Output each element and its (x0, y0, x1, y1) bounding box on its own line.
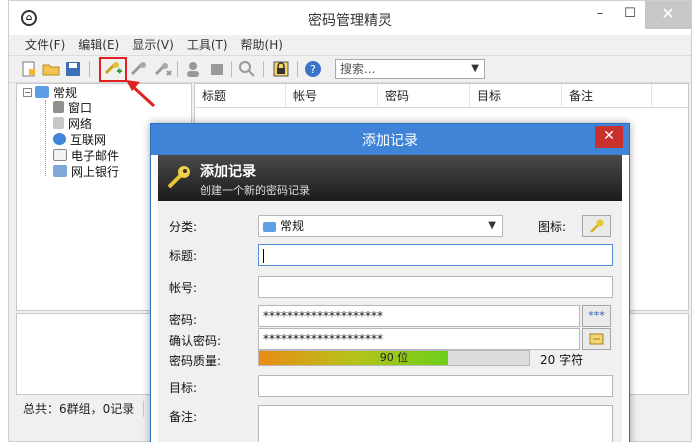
menu-view[interactable]: 显示(V) (132, 35, 174, 55)
target-input[interactable] (258, 375, 613, 397)
password-quality-bar: 90 位 (258, 350, 530, 366)
password-label: 密码: (169, 313, 198, 327)
tree-item-window[interactable]: 窗口 (53, 99, 92, 115)
tree-collapse-toggle[interactable]: − (23, 88, 32, 97)
find-icon[interactable] (237, 60, 257, 78)
maximize-button[interactable]: ☐ (615, 1, 645, 29)
search-combobox[interactable]: 搜索... ▼ (335, 59, 485, 79)
network-icon (53, 117, 64, 129)
title-label: 标题: (169, 249, 198, 263)
new-file-icon[interactable] (19, 60, 39, 78)
status-separator (143, 401, 144, 417)
dialog-body: 添加记录 创建一个新的密码记录 分类: 常规 ▼ 图标: 标题: 帐号: 密码:… (158, 155, 622, 442)
tree-line (45, 100, 46, 176)
toolbar-separator (297, 61, 298, 77)
generate-password-button[interactable] (582, 328, 611, 350)
title-input[interactable] (258, 244, 613, 266)
close-button[interactable]: ✕ (645, 1, 691, 29)
dialog-title: 添加记录 (362, 133, 418, 149)
password-quality-bits: 90 位 (379, 351, 409, 364)
tree-item-label: 窗口 (68, 100, 93, 115)
dialog-header: 添加记录 创建一个新的密码记录 (158, 155, 622, 201)
key-icon (589, 219, 603, 233)
tree-item-label: 网络 (68, 116, 93, 131)
chevron-down-icon[interactable]: ▼ (471, 60, 479, 78)
show-password-button[interactable]: *** (582, 305, 611, 327)
dialog-header-subtitle: 创建一个新的密码记录 (200, 184, 310, 197)
column-notes[interactable]: 备注 (562, 84, 652, 108)
account-label: 帐号: (169, 281, 198, 295)
menu-file[interactable]: 文件(F) (25, 35, 65, 55)
column-account[interactable]: 帐号 (286, 84, 378, 108)
open-folder-icon[interactable] (41, 60, 61, 78)
percent-icon (53, 165, 67, 177)
category-select[interactable]: 常规 ▼ (258, 215, 503, 237)
tree-item-internet[interactable]: 互联网 (53, 131, 106, 147)
group-icon[interactable] (207, 60, 227, 78)
confirm-password-label: 确认密码: (169, 334, 222, 348)
globe-icon (53, 133, 66, 145)
minimize-button[interactable]: – (585, 1, 615, 29)
tree-item-label: 网上银行 (71, 164, 120, 179)
lock-icon[interactable] (271, 60, 291, 78)
icon-label: 图标: (538, 220, 567, 234)
password-generator-icon (589, 333, 603, 345)
tree-item-bank[interactable]: 网上银行 (53, 163, 119, 179)
status-text: 总共：6群组，0记录 (23, 402, 135, 416)
notes-textarea[interactable] (258, 405, 613, 442)
column-target[interactable]: 目标 (470, 84, 562, 108)
folder-icon (263, 221, 276, 232)
title-bar: ⌂ 密码管理精灵 – ☐ ✕ (9, 1, 691, 35)
tree-item-label: 电子邮件 (71, 148, 120, 163)
menu-edit[interactable]: 编辑(E) (78, 35, 119, 55)
chevron-down-icon[interactable]: ▼ (488, 216, 496, 236)
search-text: 搜索... (340, 62, 376, 76)
confirm-password-input[interactable]: ******************** (258, 328, 580, 350)
toolbar-separator (263, 61, 264, 77)
add-record-dialog: 添加记录 ✕ 添加记录 创建一个新的密码记录 分类: 常规 ▼ 图标: 标题: … (150, 123, 630, 442)
list-header: 标题 帐号 密码 目标 备注 (195, 84, 688, 108)
category-label: 分类: (169, 220, 198, 234)
tree-item-label: 互联网 (70, 132, 107, 147)
toolbar-separator (231, 61, 232, 77)
key-icon (167, 166, 190, 189)
icon-picker-button[interactable] (582, 215, 611, 237)
save-icon[interactable] (63, 60, 83, 78)
svg-text:?: ? (310, 63, 316, 76)
toolbar-separator (177, 61, 178, 77)
user-icon[interactable] (183, 60, 203, 78)
window-controls: – ☐ ✕ (585, 1, 691, 29)
menu-tools[interactable]: 工具(T) (187, 35, 228, 55)
menu-bar: 文件(F) 编辑(E) 显示(V) 工具(T) 帮助(H) (9, 35, 691, 55)
account-input[interactable] (258, 276, 613, 298)
column-password[interactable]: 密码 (378, 84, 470, 108)
window-icon (53, 101, 64, 113)
dialog-close-button[interactable]: ✕ (595, 126, 623, 148)
dialog-header-title: 添加记录 (200, 164, 256, 180)
envelope-icon (53, 149, 67, 161)
help-icon[interactable]: ? (303, 60, 323, 78)
column-title[interactable]: 标题 (195, 84, 286, 108)
text-caret (263, 248, 264, 263)
dialog-title-bar: 添加记录 ✕ (151, 124, 629, 155)
notes-label: 备注: (169, 410, 198, 424)
category-value: 常规 (280, 219, 305, 233)
menu-help[interactable]: 帮助(H) (241, 35, 283, 55)
password-input[interactable]: ******************** (258, 305, 580, 327)
tree-item-network[interactable]: 网络 (53, 115, 92, 131)
target-label: 目标: (169, 381, 198, 395)
toolbar: ? 搜索... ▼ (9, 55, 691, 83)
password-char-count: 20 字符 (540, 353, 584, 367)
annotation-arrow-icon (126, 80, 156, 108)
password-quality-label: 密码质量: (169, 354, 222, 368)
tree-item-email[interactable]: 电子邮件 (53, 147, 119, 163)
folder-icon (35, 86, 49, 98)
toolbar-separator (89, 61, 90, 77)
